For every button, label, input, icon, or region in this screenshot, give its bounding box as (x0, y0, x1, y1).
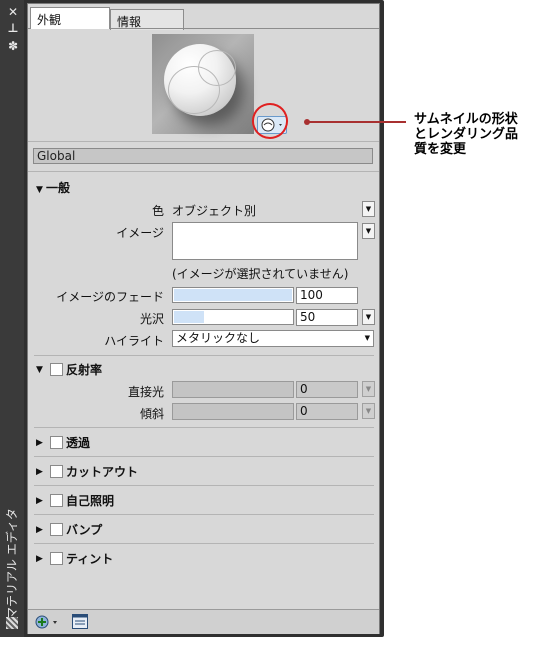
gloss-dropdown[interactable]: ▼ (362, 309, 375, 325)
direct-label: 直接光 (127, 385, 164, 399)
gloss-slider[interactable] (172, 309, 294, 325)
section-cutout-label: カットアウト (66, 465, 139, 479)
tab-information[interactable]: 情報 (110, 9, 184, 30)
section-general-label: 一般 (46, 181, 71, 195)
fade-slider[interactable] (172, 287, 294, 303)
expand-right-icon[interactable]: ▶ (36, 438, 46, 448)
self-illumination-checkbox[interactable] (50, 494, 63, 507)
divider (34, 427, 374, 428)
material-browser-icon[interactable] (72, 614, 88, 629)
section-transparency-label: 透過 (66, 436, 91, 450)
tab-appearance[interactable]: 外観 (30, 7, 110, 29)
callout-line1: サムネイルの形状 (414, 112, 518, 127)
expand-right-icon[interactable]: ▶ (36, 496, 46, 506)
section-reflectivity[interactable]: ▼ 反射率 (36, 361, 156, 377)
highlight-value: メタリックなし (176, 331, 261, 345)
properties-icon[interactable]: ✽ (6, 40, 20, 52)
section-cutout[interactable]: ▶ カットアウト (36, 463, 236, 479)
section-bump-label: バンプ (66, 523, 103, 537)
palette-icon (6, 617, 18, 629)
gloss-value[interactable]: 50 (296, 309, 358, 326)
divider (34, 514, 374, 515)
divider (34, 543, 374, 544)
image-slot[interactable] (172, 222, 358, 260)
direct-dropdown: ▼ (362, 381, 375, 397)
image-dropdown[interactable]: ▼ (362, 223, 375, 239)
divider (28, 171, 379, 172)
oblique-label: 傾斜 (139, 407, 164, 421)
divider (34, 456, 374, 457)
highlight-label: ハイライト (104, 334, 164, 348)
expand-right-icon[interactable]: ▶ (36, 554, 46, 564)
create-material-button[interactable] (34, 614, 58, 630)
transparency-checkbox[interactable] (50, 436, 63, 449)
expand-right-icon[interactable]: ▶ (36, 467, 46, 477)
fade-slider-fill (174, 289, 292, 301)
tint-checkbox[interactable] (50, 552, 63, 565)
bottom-toolbar (28, 609, 379, 634)
section-tint-label: ティント (66, 552, 114, 566)
autohide-icon[interactable]: ⊥ (6, 22, 20, 34)
divider (28, 141, 379, 142)
image-label: イメージ (116, 226, 164, 240)
callout-text: サムネイルの形状 とレンダリング品 質を変更 (414, 112, 534, 157)
section-tint[interactable]: ▶ ティント (36, 550, 236, 566)
fade-label: イメージのフェード (56, 290, 164, 304)
section-reflectivity-label: 反射率 (66, 363, 103, 377)
direct-slider (172, 381, 294, 398)
section-bump[interactable]: ▶ バンプ (36, 521, 236, 537)
direct-value: 0 (296, 381, 358, 398)
cutout-checkbox[interactable] (50, 465, 63, 478)
oblique-value: 0 (296, 403, 358, 420)
highlight-select[interactable]: メタリックなし ▼ (172, 330, 374, 347)
close-icon[interactable]: ✕ (6, 6, 20, 18)
section-self-illumination-label: 自己照明 (66, 494, 115, 508)
preview-sphere (164, 44, 236, 116)
gloss-slider-fill (174, 311, 204, 323)
expand-down-icon[interactable]: ▼ (36, 365, 46, 375)
section-self-illumination[interactable]: ▶ 自己照明 (36, 492, 236, 508)
image-none-text: (イメージが選択されていません) (172, 267, 349, 281)
reflectivity-checkbox[interactable] (50, 363, 63, 376)
divider (34, 355, 374, 356)
expand-down-icon[interactable]: ▼ (36, 185, 46, 195)
section-general[interactable]: ▼ 一般 (36, 179, 70, 196)
section-transparency[interactable]: ▶ 透過 (36, 434, 236, 450)
expand-right-icon[interactable]: ▶ (36, 525, 46, 535)
callout-line3: 質を変更 (414, 142, 467, 157)
palette-titlebar[interactable]: ✕ ⊥ ✽ マテリアル エディタ (0, 0, 24, 637)
window-title: マテリアル エディタ (5, 508, 19, 619)
chevron-down-icon: ▼ (364, 334, 370, 342)
callout-line2: とレンダリング品 (414, 127, 519, 142)
material-name-field[interactable]: Global (33, 148, 373, 164)
callout-line (306, 121, 406, 123)
color-label: 色 (151, 204, 164, 218)
fade-value[interactable]: 100 (296, 287, 358, 304)
color-value: オブジェクト別 (172, 204, 257, 218)
divider (34, 485, 374, 486)
color-dropdown[interactable]: ▼ (362, 201, 375, 217)
oblique-slider (172, 403, 294, 420)
oblique-dropdown: ▼ (362, 403, 375, 419)
bump-checkbox[interactable] (50, 523, 63, 536)
gloss-label: 光沢 (139, 312, 164, 326)
